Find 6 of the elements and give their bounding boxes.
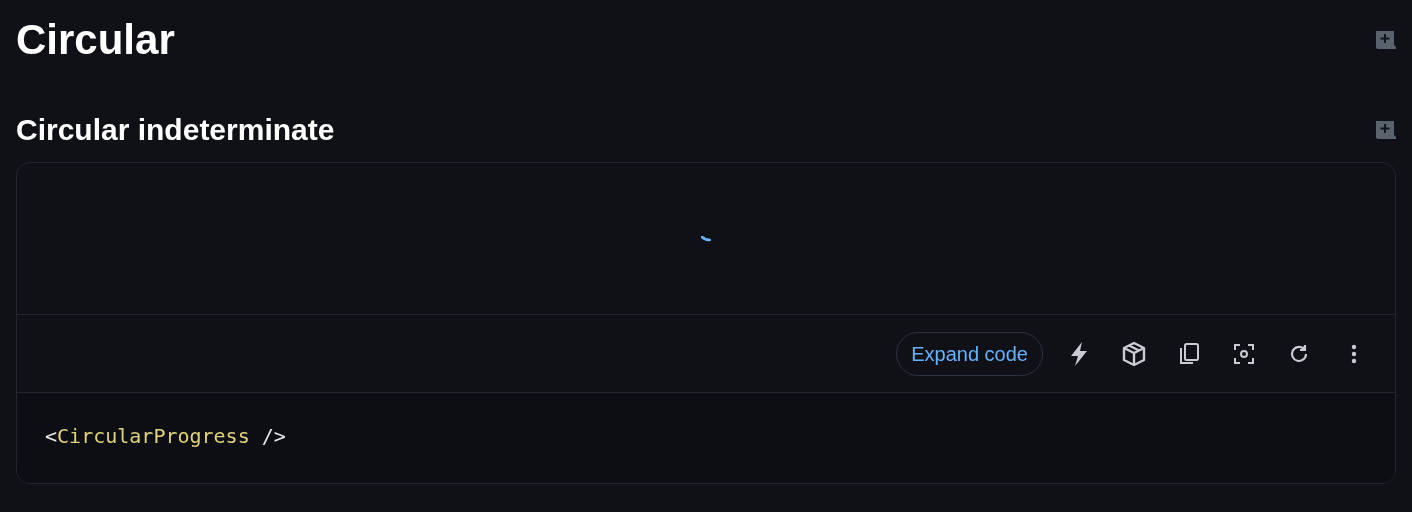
code-line: <CircularProgress /> (45, 424, 286, 448)
add-comment-icon[interactable] (1374, 119, 1396, 141)
section-title: Circular indeterminate (16, 112, 335, 148)
spinner-icon (701, 235, 711, 242)
page-title: Circular (16, 15, 175, 65)
add-comment-icon[interactable] (1374, 29, 1396, 51)
